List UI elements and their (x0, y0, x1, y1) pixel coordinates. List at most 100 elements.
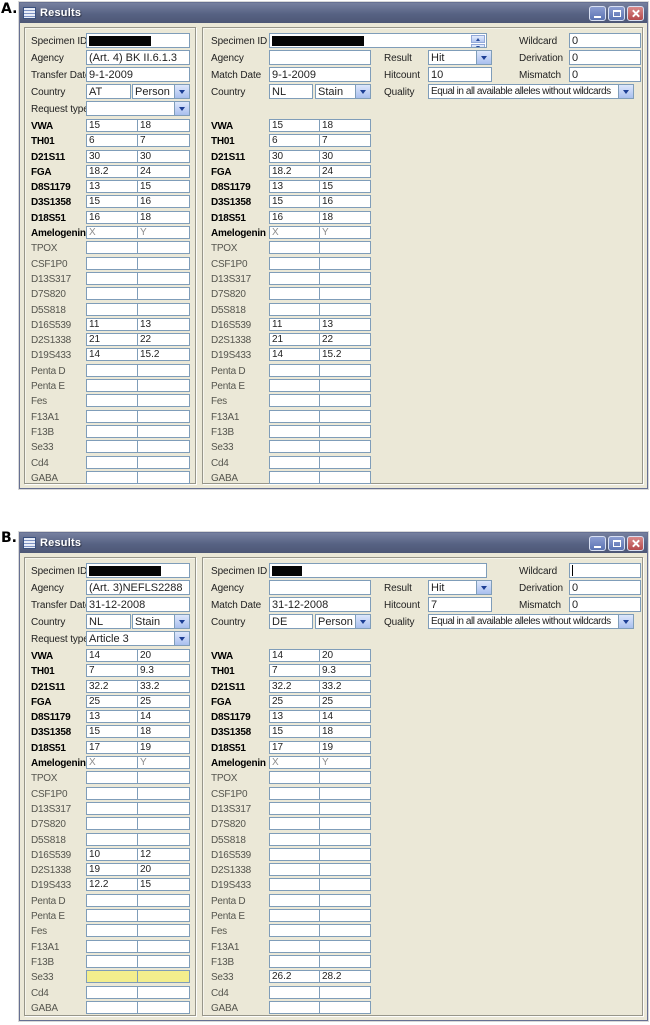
dropdown-button[interactable] (355, 614, 371, 629)
allele-input[interactable] (86, 455, 138, 469)
allele-input[interactable] (86, 363, 138, 377)
allele-input[interactable] (137, 817, 190, 831)
agency-input[interactable] (269, 580, 371, 595)
allele-input[interactable] (137, 470, 190, 484)
allele-input[interactable] (269, 847, 320, 861)
allele-input[interactable] (319, 786, 371, 800)
allele-input[interactable]: 22 (319, 333, 371, 347)
allele-input[interactable]: 14 (86, 348, 138, 362)
specimen-id-input[interactable] (86, 33, 190, 48)
specimen-kind-dropdown[interactable]: Person (315, 614, 371, 629)
allele-input[interactable] (269, 1000, 320, 1014)
transfer-date-input[interactable]: 9-1-2009 (86, 67, 190, 82)
allele-input[interactable]: 18 (319, 725, 371, 739)
allele-input[interactable]: 15 (319, 180, 371, 194)
allele-input[interactable] (319, 939, 371, 953)
allele-input[interactable]: X (269, 226, 320, 240)
allele-input[interactable] (86, 771, 138, 785)
allele-input[interactable]: 6 (86, 134, 138, 148)
allele-input[interactable] (319, 363, 371, 377)
result-dropdown[interactable]: Hit (428, 580, 492, 595)
allele-input[interactable]: 33.2 (319, 679, 371, 693)
allele-input[interactable]: 17 (86, 740, 138, 754)
country-code-input[interactable]: NL (269, 84, 313, 99)
allele-input[interactable] (86, 985, 138, 999)
allele-input[interactable] (86, 893, 138, 907)
allele-input[interactable]: 14 (137, 710, 190, 724)
allele-input[interactable] (137, 379, 190, 393)
allele-input[interactable]: 15 (137, 180, 190, 194)
allele-input[interactable]: 7 (319, 134, 371, 148)
allele-input[interactable] (137, 440, 190, 454)
allele-input[interactable] (319, 409, 371, 423)
allele-input[interactable] (86, 409, 138, 423)
allele-input[interactable]: 15 (269, 725, 320, 739)
allele-input[interactable]: 28.2 (319, 970, 371, 984)
hitcount-input[interactable]: 10 (428, 67, 492, 82)
allele-input[interactable] (319, 256, 371, 270)
allele-input[interactable] (137, 287, 190, 301)
derivation-input[interactable]: 0 (569, 50, 641, 65)
allele-input[interactable] (319, 832, 371, 846)
allele-input[interactable]: 22 (137, 333, 190, 347)
allele-input[interactable] (269, 939, 320, 953)
allele-input[interactable] (319, 424, 371, 438)
allele-input[interactable]: 17 (269, 740, 320, 754)
spinner-down-button[interactable] (471, 44, 485, 47)
quality-dropdown[interactable]: Equal in all available alleles without w… (428, 84, 634, 99)
allele-input[interactable] (319, 379, 371, 393)
allele-input[interactable] (86, 302, 138, 316)
allele-input[interactable]: X (269, 756, 320, 770)
allele-input[interactable] (86, 801, 138, 815)
allele-input[interactable] (86, 817, 138, 831)
allele-input[interactable]: 21 (269, 333, 320, 347)
allele-input[interactable]: 16 (319, 195, 371, 209)
allele-input[interactable] (319, 455, 371, 469)
allele-input[interactable]: 18 (319, 210, 371, 224)
allele-input[interactable]: 11 (269, 317, 320, 331)
allele-input[interactable]: X (86, 756, 138, 770)
allele-input[interactable] (319, 985, 371, 999)
allele-input[interactable] (269, 287, 320, 301)
allele-input[interactable] (269, 954, 320, 968)
allele-input[interactable] (86, 256, 138, 270)
specimen-id-input[interactable] (86, 563, 190, 578)
allele-input[interactable] (319, 771, 371, 785)
allele-input[interactable] (137, 302, 190, 316)
allele-input[interactable] (269, 801, 320, 815)
allele-input[interactable]: 11 (86, 317, 138, 331)
close-button[interactable] (627, 535, 644, 551)
allele-input[interactable] (269, 786, 320, 800)
allele-input[interactable] (137, 455, 190, 469)
allele-input[interactable] (86, 1000, 138, 1014)
wildcard-input[interactable] (569, 563, 641, 578)
allele-input[interactable] (86, 241, 138, 255)
allele-input[interactable] (269, 256, 320, 270)
allele-input[interactable]: Y (137, 226, 190, 240)
mismatch-input[interactable]: 0 (569, 67, 641, 82)
allele-input[interactable] (269, 409, 320, 423)
allele-input[interactable] (86, 786, 138, 800)
spinner-up-button[interactable] (471, 35, 485, 43)
allele-input[interactable]: 15 (269, 119, 320, 132)
allele-input[interactable] (137, 924, 190, 938)
allele-input[interactable] (319, 893, 371, 907)
specimen-kind-dropdown[interactable]: Person (132, 84, 190, 99)
allele-input[interactable]: 19 (137, 740, 190, 754)
minimize-button[interactable] (589, 5, 606, 21)
derivation-input[interactable]: 0 (569, 580, 641, 595)
allele-input[interactable]: 15 (86, 725, 138, 739)
allele-input[interactable]: 12 (137, 847, 190, 861)
dropdown-button[interactable] (174, 84, 190, 99)
allele-input[interactable]: 30 (137, 149, 190, 163)
minimize-button[interactable] (589, 535, 606, 551)
allele-input[interactable]: X (86, 226, 138, 240)
allele-input[interactable]: 19 (319, 740, 371, 754)
allele-input[interactable] (319, 302, 371, 316)
allele-input[interactable]: 18.2 (86, 164, 138, 178)
dropdown-button[interactable] (476, 50, 492, 65)
allele-input[interactable] (137, 893, 190, 907)
allele-input[interactable] (269, 455, 320, 469)
allele-input[interactable]: 20 (137, 649, 190, 662)
allele-input[interactable]: 25 (319, 694, 371, 708)
